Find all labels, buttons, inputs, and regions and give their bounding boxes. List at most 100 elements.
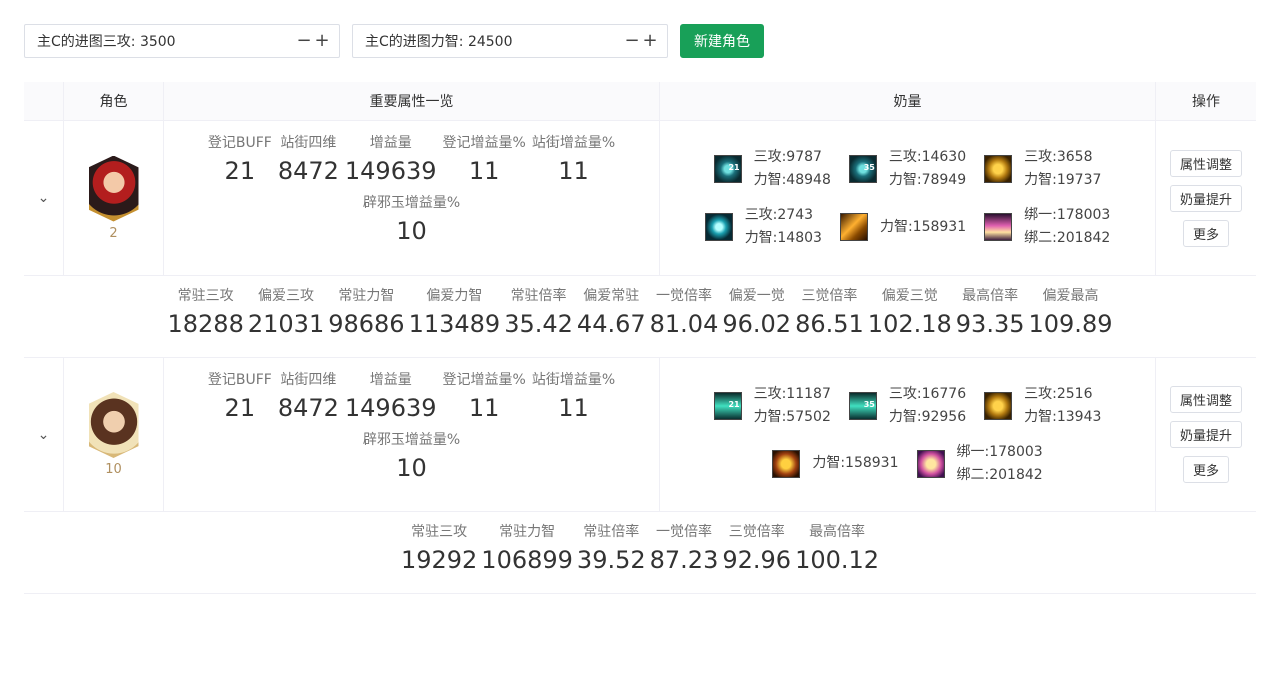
stat-item: 常驻力智 98686: [326, 286, 406, 357]
teal-skill-icon[interactable]: 35: [848, 155, 877, 183]
milk-line: 绑二:201842: [1024, 230, 1111, 246]
attributes-cell: 登记BUFF 21 站街四维 8472 增益量 149639 登记增益量% 11 站街增益量% 1…: [164, 358, 660, 511]
stat-item: 一觉倍率 81.04: [648, 286, 721, 357]
stat-label: 一觉倍率: [656, 288, 712, 304]
stat-value: 21: [224, 157, 256, 185]
milk-item: 21 三攻:9787 力智:48948: [713, 146, 831, 192]
stat-label: 常驻三攻: [177, 288, 234, 304]
role-table: 角色 重要属性一览 奶量 操作 ⌄ 2 登记BUFF 21 站街四维 8472 增益量 149…: [24, 82, 1256, 594]
milk-line: 三攻:2516: [1024, 385, 1093, 402]
stat-value: 98686: [328, 310, 405, 338]
stat-value: 149639: [344, 394, 437, 422]
expand-toggle[interactable]: ⌄: [24, 121, 64, 275]
stat-item: 站街四维 8472: [275, 370, 342, 424]
stat-item: 常驻三攻 18288: [166, 286, 246, 357]
stat-label: 辟邪玉增益量%: [362, 432, 461, 448]
stat-label: 增益量: [369, 372, 412, 388]
stat-item: 常驻倍率 39.52: [575, 522, 648, 593]
stat-item: 偏爱三觉 102.18: [866, 286, 954, 357]
stat-label: 站街四维: [280, 372, 337, 388]
expand-toggle[interactable]: ⌄: [24, 358, 64, 511]
golden-skill-icon[interactable]: [984, 391, 1013, 420]
new-role-button[interactable]: 新建角色: [680, 24, 764, 58]
chevron-down-icon[interactable]: ⌄: [38, 190, 50, 206]
increment-button[interactable]: +: [641, 32, 659, 50]
main-c-attack-value[interactable]: 主C的进图三攻: 3500: [37, 31, 295, 51]
main-c-stat-value[interactable]: 主C的进图力智: 24500: [365, 31, 623, 51]
milk-line: 力智:19737: [1024, 172, 1102, 188]
main-c-attack-input[interactable]: 主C的进图三攻: 3500 − +: [24, 24, 340, 58]
sword-skill-icon[interactable]: 21: [713, 391, 742, 420]
adjust-attributes-button[interactable]: 属性调整: [1169, 386, 1242, 413]
golden-skill-icon[interactable]: [984, 155, 1013, 183]
stat-value: 86.51: [795, 310, 864, 338]
avatar[interactable]: [88, 392, 139, 458]
milk-values: 三攻:3658 力智:19737: [1024, 146, 1101, 192]
adjust-attributes-button[interactable]: 属性调整: [1169, 149, 1242, 177]
header-milk: 奶量: [660, 82, 1156, 120]
milk-line: 三攻:16776: [888, 385, 967, 402]
stat-item: 站街增益量% 11: [529, 370, 618, 424]
stat-value: 11: [468, 157, 500, 185]
milk-values: 三攻:11187 力智:57502: [754, 383, 831, 429]
decrement-button[interactable]: −: [623, 32, 641, 50]
cross-skill-icon[interactable]: [772, 449, 801, 478]
main-c-stat-input[interactable]: 主C的进图力智: 24500 − +: [352, 24, 668, 58]
stat-label: 三觉倍率: [801, 288, 858, 304]
milk-line: 力智:13943: [1024, 408, 1102, 425]
stat-value: 10: [396, 454, 427, 482]
stat-item: 常驻三攻 19292: [399, 522, 479, 593]
stat-label: 偏爱力智: [426, 288, 483, 304]
stat-value: 81.04: [649, 310, 719, 338]
milk-item: 35 三攻:16776 力智:92956: [848, 383, 967, 429]
milk-row: 21 三攻:11187 力智:57502 35 三攻:16776 力智:92956 三攻:2…: [705, 383, 1111, 429]
milk-item: 绑一:178003 绑二:201842: [984, 204, 1110, 250]
milk-line: 三攻:11187: [753, 385, 831, 402]
increment-button[interactable]: +: [313, 32, 331, 50]
teal-skill-icon[interactable]: 21: [713, 155, 742, 183]
orange-skill-icon[interactable]: [839, 213, 868, 241]
stat-value: 113489: [408, 310, 501, 338]
stat-value: 21031: [247, 310, 325, 338]
boost-milk-button[interactable]: 奶量提升: [1169, 184, 1242, 212]
more-button[interactable]: 更多: [1182, 456, 1229, 483]
role-cell: 2: [64, 121, 164, 275]
milk-line: 力智:57502: [753, 408, 831, 425]
stat-label: 常驻力智: [338, 288, 395, 304]
angel-skill-icon[interactable]: [916, 449, 945, 478]
more-button[interactable]: 更多: [1182, 219, 1229, 247]
chevron-down-icon[interactable]: ⌄: [38, 427, 50, 443]
stat-item: 最高倍率 93.35: [954, 286, 1027, 357]
stat-value: 149639: [344, 157, 437, 185]
milk-line: 力智:158931: [879, 218, 967, 235]
avatar[interactable]: [88, 155, 139, 222]
stat-item: 常驻力智 106899: [479, 522, 575, 593]
header-role: 角色: [64, 82, 164, 120]
stat-item: 偏爱三攻 21031: [246, 286, 326, 357]
stat-item: 最高倍率 100.12: [793, 522, 881, 593]
stat-group: 辟邪玉增益量% 10: [164, 193, 659, 247]
stat-item: 偏爱最高 109.89: [1027, 286, 1115, 357]
boost-milk-button[interactable]: 奶量提升: [1169, 421, 1242, 448]
stat-value: 106899: [481, 546, 573, 574]
milk-values: 力智:158931: [880, 216, 966, 239]
skill-level-badge: 21: [728, 163, 740, 172]
stat-value: 21: [224, 394, 256, 422]
milk-values: 三攻:9787 力智:48948: [754, 146, 831, 192]
heart-skill-icon[interactable]: [704, 213, 733, 241]
toolbar: 主C的进图三攻: 3500 − + 主C的进图力智: 24500 − + 新建角…: [24, 24, 764, 58]
stat-label: 常驻力智: [499, 524, 556, 540]
expanded-detail: 常驻三攻 19292 常驻力智 106899 常驻倍率 39.52 一觉倍率 87.23 三觉倍…: [24, 512, 1256, 594]
pink-skill-icon[interactable]: [984, 213, 1013, 241]
milk-item: 三攻:2743 力智:14803: [704, 204, 822, 250]
milk-item: 力智:158931: [772, 441, 899, 487]
milk-line: 三攻:2743: [744, 207, 814, 223]
sword-skill-icon[interactable]: 35: [848, 391, 877, 420]
stat-value: 8472: [277, 157, 339, 185]
stat-group: 登记BUFF 21 站街四维 8472 增益量 149639 登记增益量% 11 站街增益量% 1…: [164, 370, 659, 424]
stat-value: 10: [396, 217, 427, 245]
decrement-button[interactable]: −: [295, 32, 313, 50]
stat-value: 35.42: [504, 310, 573, 338]
stat-item: 登记BUFF 21: [205, 370, 275, 424]
skill-level-badge: 21: [728, 399, 740, 409]
